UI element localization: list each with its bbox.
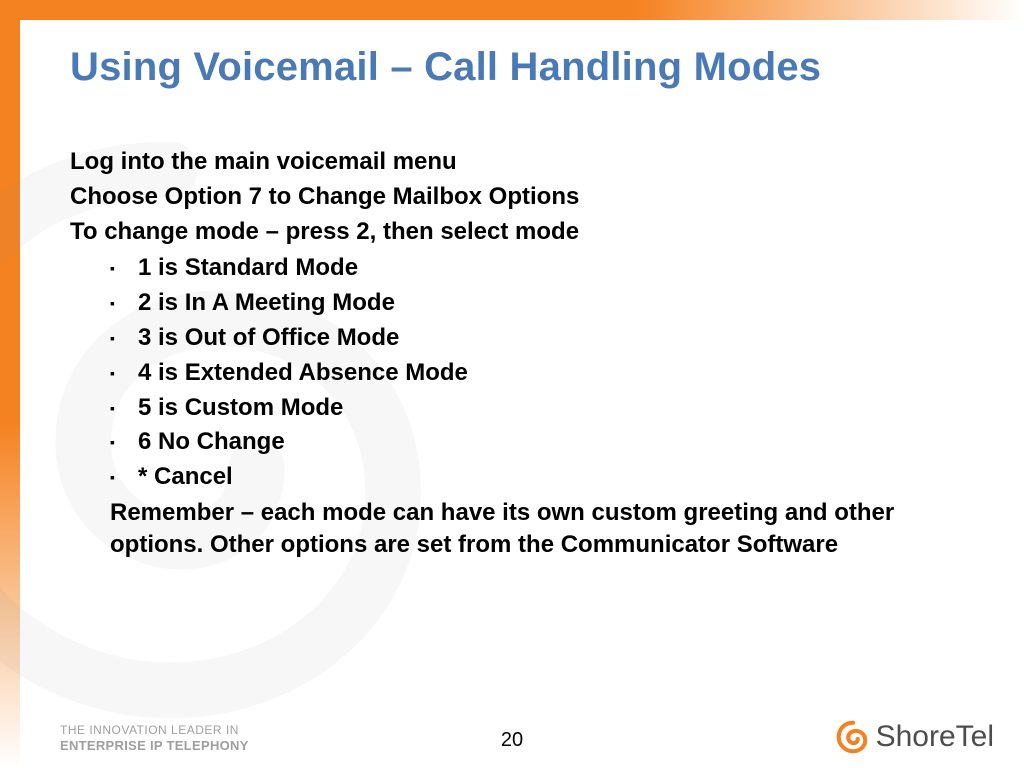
mode-item: 1 is Standard Mode <box>110 251 984 286</box>
mode-item: 4 is Extended Absence Mode <box>110 356 984 391</box>
tagline-line-1: THE INNOVATION LEADER IN <box>60 723 249 738</box>
swirl-icon <box>836 720 870 754</box>
mode-item: 2 is In A Meeting Mode <box>110 286 984 321</box>
mode-item: 6 No Change <box>110 425 984 460</box>
modes-list: 1 is Standard Mode 2 is In A Meeting Mod… <box>110 251 984 495</box>
remember-block: Remember – each mode can have its own cu… <box>70 497 950 562</box>
intro-line-2: Choose Option 7 to Change Mailbox Option… <box>70 180 984 215</box>
brand-name: ShoreTel <box>876 720 994 754</box>
border-top <box>0 0 1024 20</box>
slide-content: Using Voicemail – Call Handling Modes Lo… <box>70 45 984 562</box>
mode-item: 5 is Custom Mode <box>110 391 984 426</box>
intro-block: Log into the main voicemail menu Choose … <box>70 145 984 249</box>
brand-logo: ShoreTel <box>836 720 994 754</box>
intro-line-3: To change mode – press 2, then select mo… <box>70 215 984 250</box>
tagline: THE INNOVATION LEADER IN ENTERPRISE IP T… <box>60 723 249 754</box>
border-left <box>0 0 20 768</box>
footer: THE INNOVATION LEADER IN ENTERPRISE IP T… <box>60 704 994 754</box>
mode-item: 3 is Out of Office Mode <box>110 321 984 356</box>
slide-title: Using Voicemail – Call Handling Modes <box>70 45 984 90</box>
remember-text: Remember – each mode can have its own cu… <box>110 497 950 562</box>
intro-line-1: Log into the main voicemail menu <box>70 145 984 180</box>
tagline-line-2: ENTERPRISE IP TELEPHONY <box>60 738 249 754</box>
mode-item: * Cancel <box>110 460 984 495</box>
